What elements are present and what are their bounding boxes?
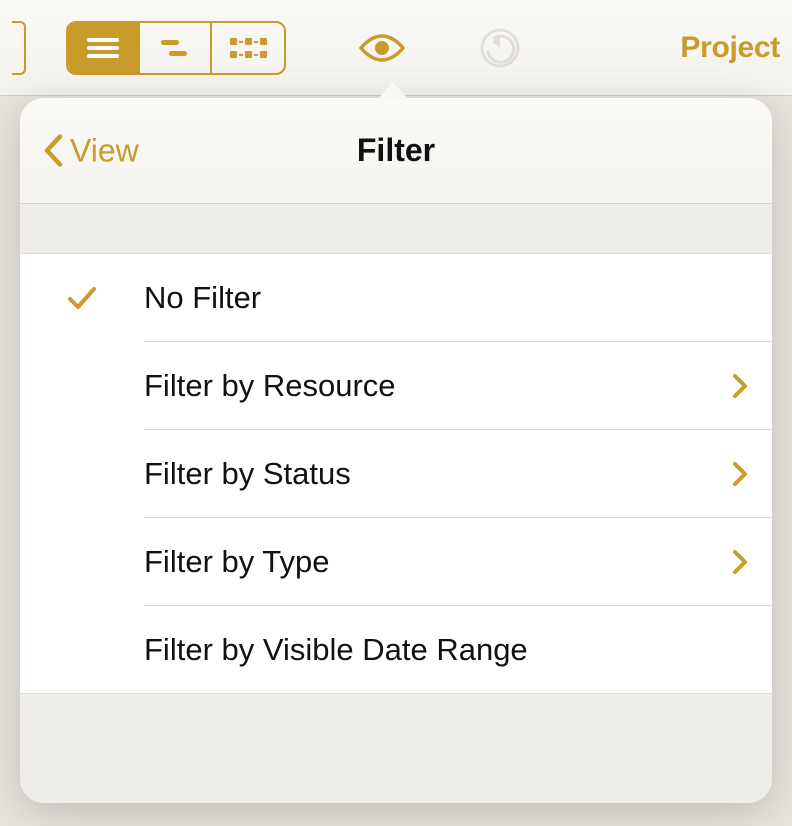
grid-icon bbox=[226, 34, 270, 62]
eye-icon bbox=[356, 30, 408, 66]
filter-item-label: Filter by Status bbox=[144, 456, 712, 492]
view-mode-grid-button[interactable] bbox=[212, 23, 284, 73]
popover-header: View Filter bbox=[20, 98, 772, 204]
undo-icon bbox=[478, 26, 522, 70]
chevron-right-icon bbox=[732, 548, 748, 576]
view-mode-segmented-control[interactable] bbox=[66, 21, 286, 75]
filter-item-status[interactable]: Filter by Status bbox=[20, 430, 772, 518]
view-options-button[interactable] bbox=[356, 30, 408, 66]
filter-item-label: No Filter bbox=[144, 280, 712, 316]
filter-item-label: Filter by Resource bbox=[144, 368, 712, 404]
section-spacer bbox=[20, 694, 772, 803]
filter-item-label: Filter by Visible Date Range bbox=[144, 632, 712, 668]
view-mode-task-button[interactable] bbox=[140, 23, 212, 73]
view-mode-outline-button[interactable] bbox=[68, 23, 140, 73]
task-icon bbox=[155, 34, 195, 62]
filter-item-label: Filter by Type bbox=[144, 544, 712, 580]
filter-item-visible-date-range[interactable]: Filter by Visible Date Range bbox=[20, 606, 772, 694]
chevron-right-icon bbox=[732, 372, 748, 400]
popover-title: Filter bbox=[357, 132, 435, 169]
popover-arrow bbox=[377, 82, 409, 100]
section-spacer bbox=[20, 204, 772, 254]
chevron-left-icon bbox=[42, 133, 64, 169]
filter-item-no-filter[interactable]: No Filter bbox=[20, 254, 772, 342]
filter-item-resource[interactable]: Filter by Resource bbox=[20, 342, 772, 430]
checkmark-icon bbox=[65, 281, 99, 315]
project-title: Project bbox=[680, 31, 780, 65]
toolbar-button-partial[interactable] bbox=[12, 21, 26, 75]
filter-popover: View Filter No Filter Filter by Resource bbox=[20, 98, 772, 803]
chevron-right-icon bbox=[732, 460, 748, 488]
outline-icon bbox=[83, 34, 123, 62]
filter-item-type[interactable]: Filter by Type bbox=[20, 518, 772, 606]
back-button[interactable]: View bbox=[42, 132, 139, 169]
filter-list: No Filter Filter by Resource Filter by S… bbox=[20, 254, 772, 694]
back-button-label: View bbox=[70, 132, 139, 169]
undo-button bbox=[478, 26, 522, 70]
